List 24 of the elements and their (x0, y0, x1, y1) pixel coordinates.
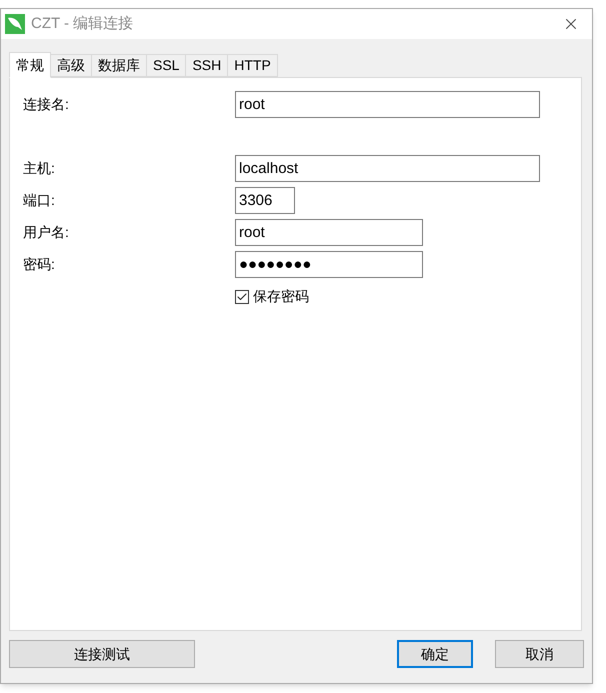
tab[interactable]: 高级 (51, 54, 92, 77)
field-label: 用户名: (23, 223, 70, 242)
text-field[interactable]: root (235, 91, 540, 118)
text-field[interactable]: root (235, 219, 423, 246)
tab[interactable]: 常规 (9, 52, 51, 78)
tab[interactable]: SSH (186, 54, 228, 77)
text-field[interactable]: 3306 (235, 187, 295, 214)
field-label: 主机: (23, 159, 56, 178)
tab[interactable]: HTTP (228, 54, 278, 77)
window-title: CZT - 编辑连接 (31, 14, 134, 34)
test-connection-button[interactable]: 连接测试 (9, 640, 195, 668)
field-label: 端口: (23, 191, 56, 210)
tab[interactable]: 数据库 (92, 54, 147, 77)
cancel-button[interactable]: 取消 (495, 640, 584, 668)
ok-button[interactable]: 确定 (397, 640, 473, 668)
text-field[interactable]: localhost (235, 155, 540, 182)
checkbox[interactable] (235, 290, 249, 304)
field-label: 连接名: (23, 95, 70, 114)
tab[interactable]: SSL (147, 54, 186, 77)
field-label: 密码: (23, 255, 56, 274)
dolphin-logo-icon (5, 14, 25, 34)
check-icon (236, 290, 248, 302)
text-field[interactable]: ●●●●●●●● (235, 251, 423, 278)
checkbox-label: 保存密码 (253, 287, 309, 306)
